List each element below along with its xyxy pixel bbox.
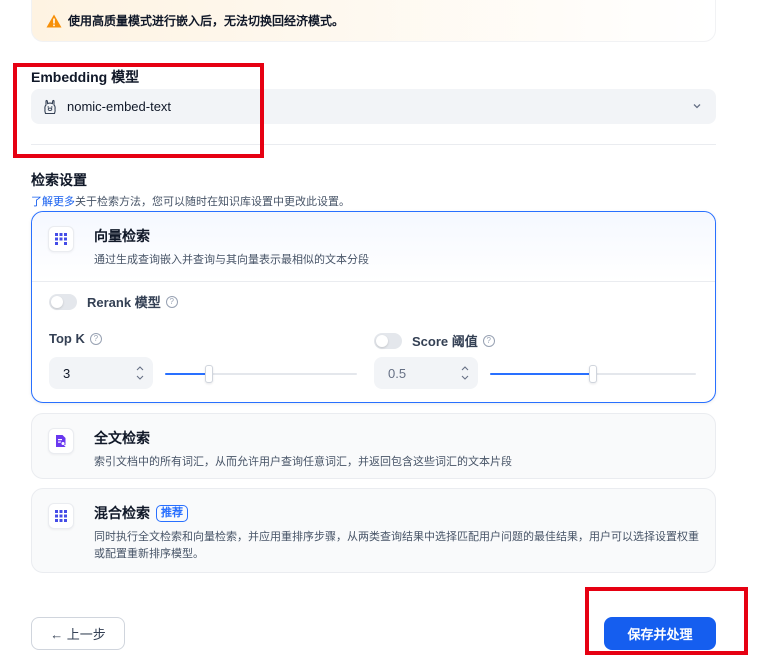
- score-label-row: Score 阈值 ?: [374, 331, 495, 350]
- top-k-input[interactable]: 3: [49, 357, 153, 389]
- learn-more-link[interactable]: 了解更多: [31, 196, 75, 208]
- warning-icon: [46, 14, 62, 27]
- vector-retrieval-title: 向量检索: [94, 228, 150, 244]
- vector-retrieval-header[interactable]: 向量检索 通过生成查询嵌入并查询与其向量表示最相似的文本分段: [32, 212, 715, 282]
- back-button[interactable]: ← 上一步: [31, 617, 125, 650]
- retrieval-settings-title: 检索设置: [31, 172, 87, 188]
- top-k-value: 3: [63, 365, 71, 381]
- top-k-label-row: Top K ?: [49, 331, 102, 346]
- rerank-toggle[interactable]: [49, 293, 77, 310]
- top-k-slider-fill: [165, 373, 209, 375]
- hybrid-retrieval-desc: 同时执行全文检索和向量检索，并应用重排序步骤，从两类查询结果中选择匹配用户问题的…: [94, 531, 699, 560]
- retrieval-subtitle: 了解更多关于检索方法，您可以随时在知识库设置中更改此设置。: [31, 193, 350, 209]
- stepper-icon[interactable]: [135, 364, 145, 382]
- score-slider[interactable]: [490, 365, 696, 383]
- chevron-down-icon: [693, 104, 701, 109]
- score-slider-fill: [490, 373, 593, 375]
- vector-retrieval-desc: 通过生成查询嵌入并查询与其向量表示最相似的文本分段: [94, 254, 369, 266]
- rerank-label: Rerank 模型: [87, 295, 161, 310]
- recommended-badge: 推荐: [156, 504, 188, 522]
- hybrid-retrieval-card[interactable]: 混合检索 推荐 同时执行全文检索和向量检索，并应用重排序步骤，从两类查询结果中选…: [31, 488, 716, 573]
- hybrid-retrieval-title-row: 混合检索 推荐: [94, 503, 701, 523]
- score-input[interactable]: 0.5: [374, 357, 478, 389]
- fulltext-retrieval-desc: 索引文档中的所有词汇，从而允许用户查询任意词汇，并返回包含这些词汇的文本片段: [94, 456, 512, 468]
- top-k-slider[interactable]: [165, 365, 357, 383]
- warning-text: 使用高质量模式进行嵌入后，无法切换回经济模式。: [68, 14, 345, 28]
- score-slider-handle[interactable]: [589, 365, 597, 383]
- top-k-slider-handle[interactable]: [205, 365, 213, 383]
- score-toggle[interactable]: [374, 332, 402, 349]
- stepper-icon[interactable]: [460, 364, 470, 382]
- warning-banner: 使用高质量模式进行嵌入后，无法切换回经济模式。: [31, 0, 716, 42]
- help-circle-icon[interactable]: ?: [482, 334, 495, 347]
- annotation-box-save: [585, 587, 748, 655]
- fulltext-doc-icon: [48, 428, 74, 454]
- fulltext-retrieval-title: 全文检索: [94, 430, 150, 446]
- score-value: 0.5: [388, 365, 407, 381]
- hybrid-grid-icon: [48, 503, 74, 529]
- vector-grid-icon: [48, 226, 74, 252]
- top-k-label: Top K: [49, 331, 85, 346]
- help-circle-icon[interactable]: ?: [89, 332, 102, 345]
- help-circle-icon[interactable]: ?: [165, 295, 178, 308]
- score-label: Score 阈值: [412, 334, 478, 349]
- rerank-row: Rerank 模型 ?: [49, 292, 178, 311]
- annotation-box-embedding: [13, 63, 264, 158]
- hybrid-retrieval-title: 混合检索: [94, 505, 150, 521]
- retrieval-subtitle-text: 关于检索方法，您可以随时在知识库设置中更改此设置。: [75, 196, 350, 208]
- fulltext-retrieval-card[interactable]: 全文检索 索引文档中的所有词汇，从而允许用户查询任意词汇，并返回包含这些词汇的文…: [31, 413, 716, 479]
